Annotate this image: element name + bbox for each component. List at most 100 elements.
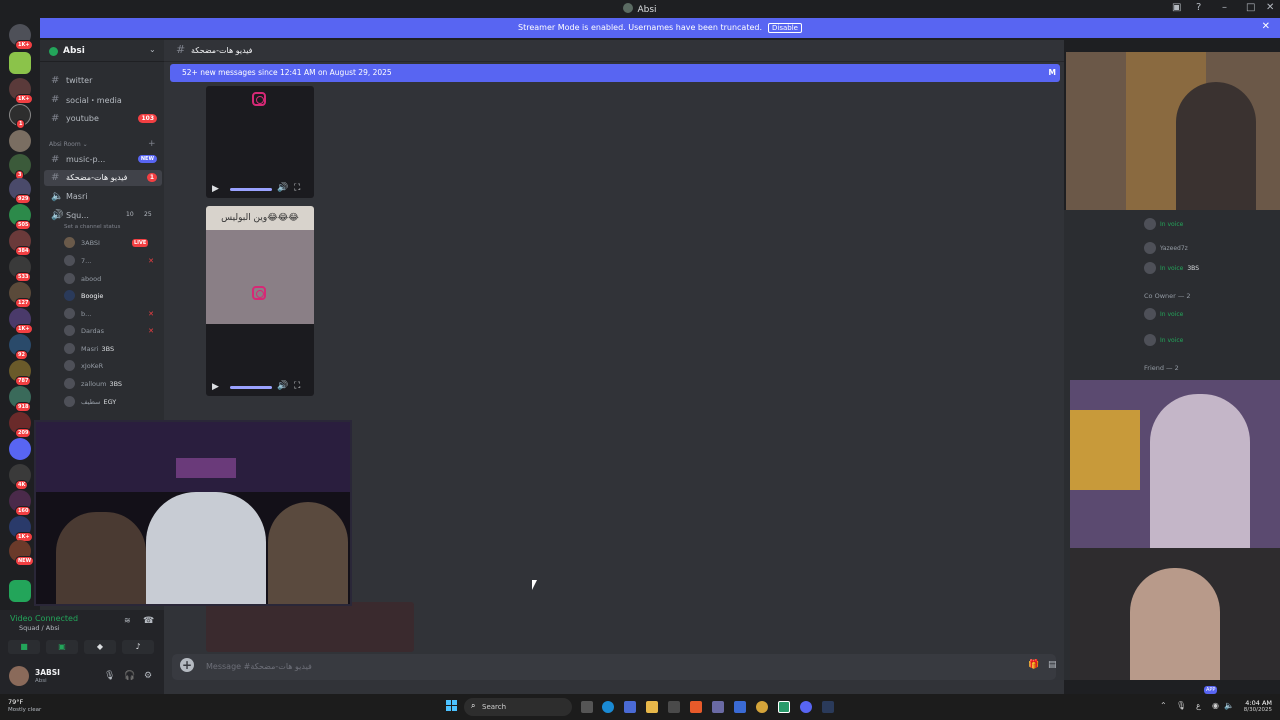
close-window-icon[interactable]: ✕ bbox=[1266, 2, 1274, 13]
help-icon[interactable]: ? bbox=[1196, 2, 1201, 13]
voice-channel-masri[interactable]: 🔈 Masri bbox=[40, 189, 164, 205]
video-attachment[interactable]: وين البوليس😂😂😂 ▶ 🔊 ⛶ bbox=[206, 206, 314, 396]
server-icon[interactable]: 1K+ bbox=[9, 516, 33, 542]
voice-channel-squad[interactable]: 🔊 Squ... 10 25 bbox=[40, 208, 164, 224]
message-input[interactable]: Message #فيديو هات-مضحكة bbox=[206, 662, 312, 671]
chrome-icon[interactable] bbox=[756, 701, 768, 713]
channel-item-music[interactable]: # music-p... NEW bbox=[40, 152, 164, 168]
home-server-icon[interactable]: 1K+ bbox=[9, 24, 33, 50]
server-icon[interactable]: 1 bbox=[9, 104, 31, 129]
play-icon[interactable]: ▶ bbox=[212, 184, 219, 194]
volume-slider[interactable] bbox=[230, 386, 272, 389]
server-icon[interactable]: 787 bbox=[9, 360, 32, 386]
file-explorer-icon[interactable] bbox=[646, 701, 658, 713]
add-attachment-icon[interactable]: + bbox=[180, 658, 194, 672]
server-icon[interactable]: 127 bbox=[9, 282, 32, 308]
gift-icon[interactable]: 🎁 bbox=[1028, 660, 1039, 670]
server-icon[interactable]: 209 bbox=[9, 412, 32, 438]
server-icon[interactable] bbox=[9, 130, 31, 152]
inbox-icon[interactable]: ▣ bbox=[1172, 2, 1181, 13]
microphone-icon[interactable]: 🎙 bbox=[104, 671, 115, 681]
message-composer[interactable]: + Message #فيديو هات-مضحكة 🎁 ▤ bbox=[172, 654, 1057, 680]
voice-user[interactable]: abood bbox=[64, 271, 160, 287]
voice-user[interactable]: b... ✕ bbox=[64, 306, 160, 322]
discord-icon[interactable] bbox=[800, 701, 812, 713]
avatar[interactable] bbox=[9, 666, 29, 686]
voice-user[interactable]: xJoKeR bbox=[64, 358, 160, 374]
edge-icon[interactable] bbox=[602, 701, 614, 713]
server-icon[interactable] bbox=[9, 438, 31, 460]
voice-user[interactable]: سطيف EGY bbox=[64, 394, 160, 410]
screen-share-button[interactable]: ▣ bbox=[46, 640, 78, 654]
video-attachment[interactable]: ▶ 🔊 ⛶ bbox=[206, 86, 314, 198]
voice-user[interactable]: Boogie bbox=[64, 288, 160, 304]
system-clock[interactable]: 4:04 AM 8/30/2025 bbox=[1240, 699, 1272, 713]
member-item[interactable]: In voice 3BS bbox=[1144, 262, 1199, 274]
minimize-icon[interactable]: – bbox=[1222, 2, 1227, 13]
voice-user[interactable]: Masri 3BS bbox=[64, 341, 160, 357]
member-item[interactable]: In voice bbox=[1144, 308, 1183, 320]
settings-gear-icon[interactable]: ⚙ bbox=[144, 671, 152, 681]
volume-icon[interactable]: 🔊 bbox=[277, 381, 288, 391]
video-attachment[interactable] bbox=[206, 602, 414, 652]
app-icon-active[interactable] bbox=[778, 701, 790, 713]
copilot-icon[interactable] bbox=[624, 701, 636, 713]
microphone-tray-icon[interactable]: 🎙 bbox=[1176, 701, 1186, 710]
server-icon[interactable]: 4K bbox=[9, 464, 31, 490]
voice-user[interactable]: 3ABSI LIVE bbox=[64, 235, 160, 251]
task-view-icon[interactable] bbox=[581, 701, 593, 713]
server-icon[interactable]: NEW bbox=[9, 540, 35, 566]
taskbar-search[interactable]: ⌕ Search bbox=[464, 698, 572, 716]
disable-button[interactable]: Disable bbox=[768, 23, 802, 33]
disconnect-icon[interactable]: ☎ bbox=[143, 616, 154, 626]
channel-status[interactable]: Set a channel status bbox=[64, 224, 120, 230]
voice-user[interactable]: Dardas ✕ bbox=[64, 323, 160, 339]
member-item[interactable]: In voice bbox=[1144, 334, 1183, 346]
activity-button[interactable]: ◆ bbox=[84, 640, 116, 654]
channel-item-youtube[interactable]: # youtube 103 bbox=[40, 111, 164, 127]
server-icon[interactable]: 533 bbox=[9, 256, 32, 282]
app-icon[interactable] bbox=[734, 701, 746, 713]
noise-suppression-icon[interactable]: ≋ bbox=[124, 616, 131, 625]
member-item[interactable]: Yazeed7z bbox=[1144, 242, 1188, 254]
server-icon[interactable]: 92 bbox=[9, 334, 31, 360]
server-icon[interactable]: 505 bbox=[9, 204, 32, 230]
headphones-icon[interactable]: 🎧 bbox=[124, 671, 135, 681]
app-icon[interactable] bbox=[712, 701, 724, 713]
channel-item-social-media[interactable]: # social・media bbox=[40, 92, 164, 108]
wifi-icon[interactable]: ◉ bbox=[1212, 701, 1219, 710]
steam-icon[interactable] bbox=[822, 701, 834, 713]
new-messages-bar[interactable]: 52+ new messages since 12:41 AM on Augus… bbox=[170, 64, 1060, 82]
volume-icon[interactable]: 🔊 bbox=[277, 183, 288, 193]
server-icon[interactable]: 929 bbox=[9, 178, 32, 204]
server-icon[interactable] bbox=[9, 52, 31, 74]
server-icon[interactable]: 384 bbox=[9, 230, 32, 256]
weather-widget[interactable]: 79°F Mostly clear bbox=[8, 698, 41, 713]
volume-tray-icon[interactable]: 🔈 bbox=[1224, 701, 1234, 710]
category-header[interactable]: Absi Room ⌄ bbox=[49, 141, 88, 148]
app-icon[interactable] bbox=[690, 701, 702, 713]
gif-icon[interactable]: ▤ bbox=[1048, 660, 1057, 670]
windows-start-icon[interactable] bbox=[446, 700, 458, 712]
server-icon[interactable]: 3 bbox=[9, 154, 31, 180]
channel-item-funny-videos[interactable]: # فيديو هات-مضحكة 1 bbox=[44, 170, 162, 186]
close-icon[interactable]: ✕ bbox=[1262, 21, 1270, 32]
tray-chevron-icon[interactable]: ⌃ bbox=[1160, 701, 1167, 710]
play-icon[interactable]: ▶ bbox=[212, 382, 219, 392]
soundboard-button[interactable]: ♪ bbox=[122, 640, 154, 654]
maximize-icon[interactable]: □ bbox=[1246, 2, 1255, 13]
store-icon[interactable] bbox=[668, 701, 680, 713]
server-header[interactable]: Absi ⌄ bbox=[40, 40, 164, 62]
voice-user[interactable]: 7... ✕ bbox=[64, 253, 160, 269]
server-icon[interactable]: 918 bbox=[9, 386, 32, 412]
volume-slider[interactable] bbox=[230, 188, 272, 191]
language-icon[interactable]: ع bbox=[1196, 701, 1201, 710]
add-channel-icon[interactable]: + bbox=[148, 139, 156, 149]
channel-item-twitter[interactable]: # twitter bbox=[40, 73, 164, 89]
fullscreen-icon[interactable]: ⛶ bbox=[294, 381, 300, 391]
server-icon[interactable]: 1K+ bbox=[9, 308, 33, 334]
server-icon[interactable]: 160 bbox=[9, 490, 32, 516]
member-item[interactable]: In voice bbox=[1144, 218, 1183, 230]
add-server-icon[interactable] bbox=[9, 580, 31, 602]
camera-button[interactable]: ■ bbox=[8, 640, 40, 654]
